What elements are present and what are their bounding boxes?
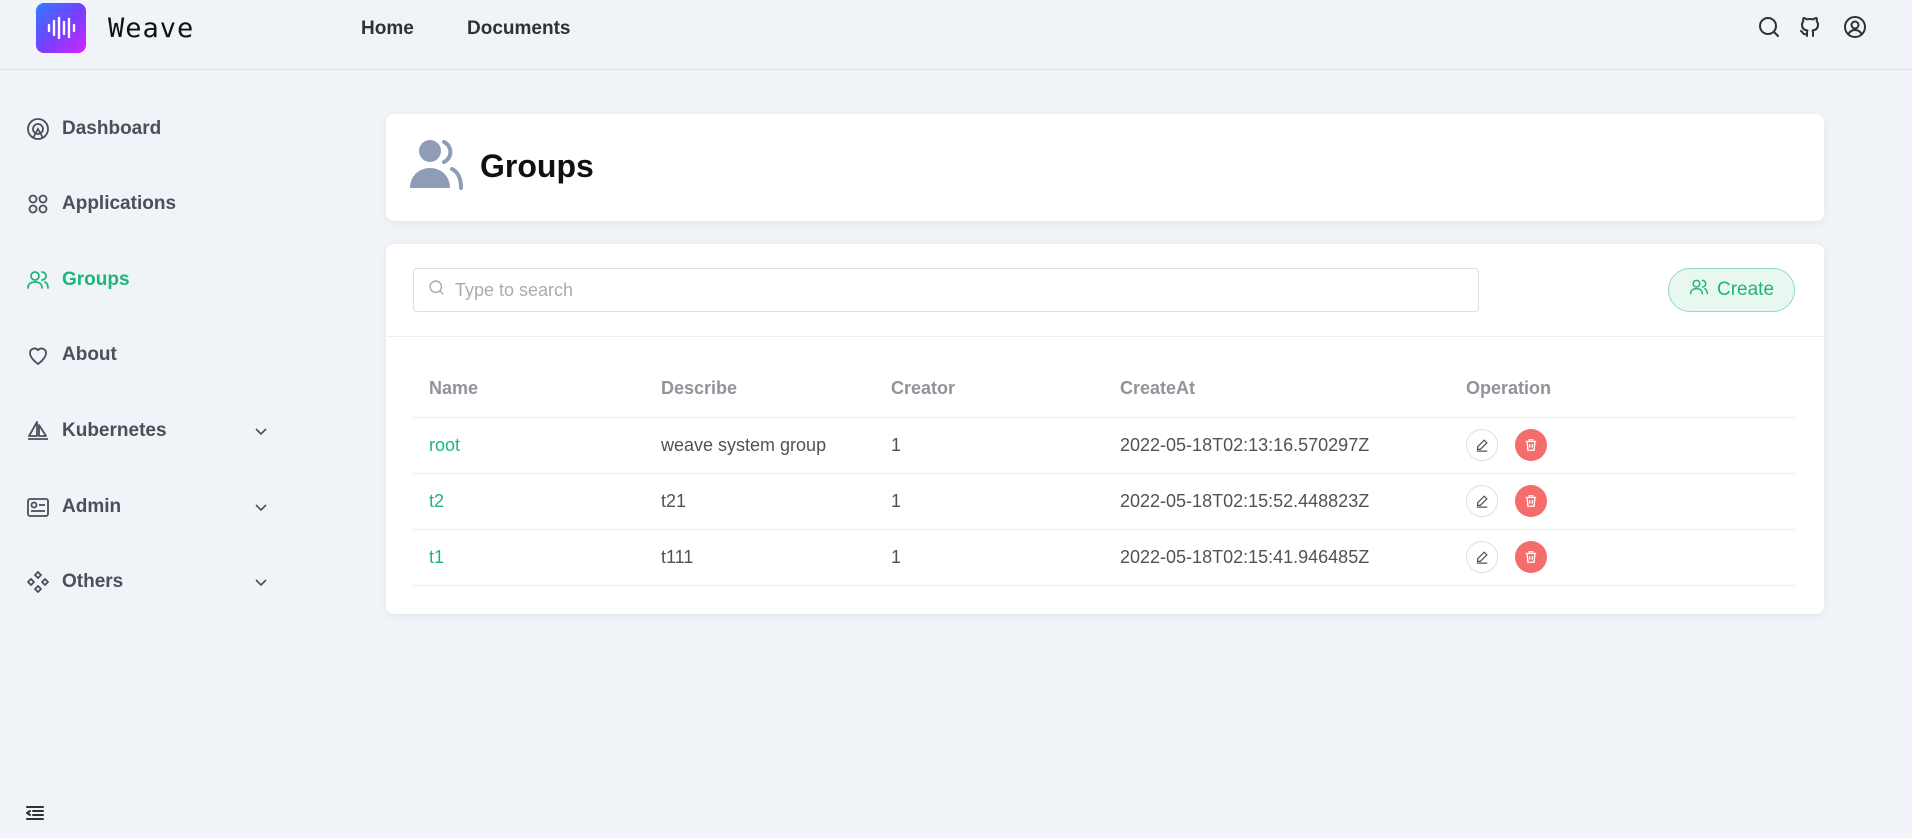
trash-icon [1525, 439, 1537, 451]
group-describe: t111 [645, 529, 875, 586]
sound-wave-icon [47, 16, 76, 40]
github-icon[interactable] [1797, 14, 1823, 40]
sailboat-icon [26, 419, 50, 443]
create-button[interactable]: Create [1668, 268, 1795, 312]
row-operations [1450, 417, 1795, 474]
sidebar-item-label: About [62, 344, 117, 365]
trash-icon [1525, 495, 1537, 507]
apps-icon [26, 192, 50, 216]
column-header-name[interactable]: Name [413, 360, 645, 418]
group-name-link[interactable]: t1 [413, 529, 645, 586]
page-title: Groups [480, 148, 594, 184]
user-icon[interactable] [1842, 14, 1868, 40]
users-icon [408, 136, 464, 192]
sidebar-item-label: Dashboard [62, 118, 162, 139]
table-row: root weave system group 1 2022-05-18T02:… [413, 417, 1795, 474]
sidebar-item-about[interactable]: About [26, 335, 276, 375]
column-header-describe[interactable]: Describe [645, 360, 875, 418]
groups-table: Name Describe Creator CreateAt Operation… [413, 360, 1795, 586]
sidebar-item-applications[interactable]: Applications [26, 184, 276, 224]
chevron-down-icon[interactable] [252, 573, 270, 591]
sidebar-item-dashboard[interactable]: Dashboard [26, 109, 276, 149]
divider [386, 336, 1824, 337]
group-creator: 1 [875, 417, 1104, 474]
sidebar-item-label: Others [62, 571, 124, 592]
column-header-creator[interactable]: Creator [875, 360, 1104, 418]
group-creator: 1 [875, 529, 1104, 586]
trash-icon [1525, 551, 1537, 563]
group-creator: 1 [875, 473, 1104, 530]
delete-button[interactable] [1515, 485, 1547, 517]
chevron-down-icon[interactable] [252, 422, 270, 440]
others-icon [26, 570, 50, 594]
sidebar-item-kubernetes[interactable]: Kubernetes [26, 411, 276, 451]
sidebar-item-admin[interactable]: Admin [26, 487, 276, 527]
group-create-at: 2022-05-18T02:15:52.448823Z [1104, 473, 1450, 530]
row-operations [1450, 529, 1795, 586]
column-header-createat[interactable]: CreateAt [1104, 360, 1450, 418]
table-row: t2 t21 1 2022-05-18T02:15:52.448823Z [413, 473, 1795, 530]
group-describe: weave system group [645, 417, 875, 474]
sidebar-item-others[interactable]: Others [26, 562, 276, 602]
edit-button[interactable] [1466, 541, 1498, 573]
edit-icon [1476, 439, 1488, 452]
add-user-icon [1689, 277, 1709, 303]
sidebar-item-groups[interactable]: Groups [26, 260, 276, 300]
row-operations [1450, 473, 1795, 530]
table-header-row: Name Describe Creator CreateAt Operation [413, 360, 1795, 418]
edit-icon [1476, 495, 1488, 508]
column-header-operation: Operation [1450, 360, 1795, 418]
table-row: t1 t111 1 2022-05-18T02:15:41.946485Z [413, 529, 1795, 586]
group-create-at: 2022-05-18T02:15:41.946485Z [1104, 529, 1450, 586]
search-input[interactable] [455, 279, 1455, 301]
groups-card: Create Name Describe Creator CreateAt Op… [386, 244, 1824, 614]
collapse-sidebar-icon[interactable] [24, 802, 46, 824]
page-header-card: Groups [386, 114, 1824, 221]
chevron-down-icon[interactable] [252, 498, 270, 516]
heart-icon [26, 343, 50, 367]
app-name[interactable]: Weave [108, 13, 194, 44]
nav-home[interactable]: Home [361, 18, 414, 40]
sidebar-item-label: Kubernetes [62, 420, 167, 441]
edit-button[interactable] [1466, 429, 1498, 461]
nav-documents[interactable]: Documents [467, 18, 570, 40]
edit-icon [1476, 551, 1488, 564]
users-icon [26, 268, 50, 292]
group-name-link[interactable]: root [413, 417, 645, 474]
group-name-link[interactable]: t2 [413, 473, 645, 530]
delete-button[interactable] [1515, 541, 1547, 573]
top-header: Weave Home Documents [0, 0, 1912, 70]
sidebar-item-label: Admin [62, 496, 122, 517]
sidebar-item-label: Groups [62, 269, 130, 290]
dashboard-icon [26, 117, 50, 141]
sidebar-item-label: Applications [62, 193, 177, 214]
app-logo[interactable] [36, 3, 86, 53]
delete-button[interactable] [1515, 429, 1547, 461]
edit-button[interactable] [1466, 485, 1498, 517]
search-icon [428, 279, 445, 301]
search-icon[interactable] [1756, 14, 1782, 40]
create-button-label: Create [1716, 279, 1775, 300]
search-box[interactable] [413, 268, 1479, 312]
group-describe: t21 [645, 473, 875, 530]
group-create-at: 2022-05-18T02:13:16.570297Z [1104, 417, 1450, 474]
admin-icon [26, 495, 50, 519]
